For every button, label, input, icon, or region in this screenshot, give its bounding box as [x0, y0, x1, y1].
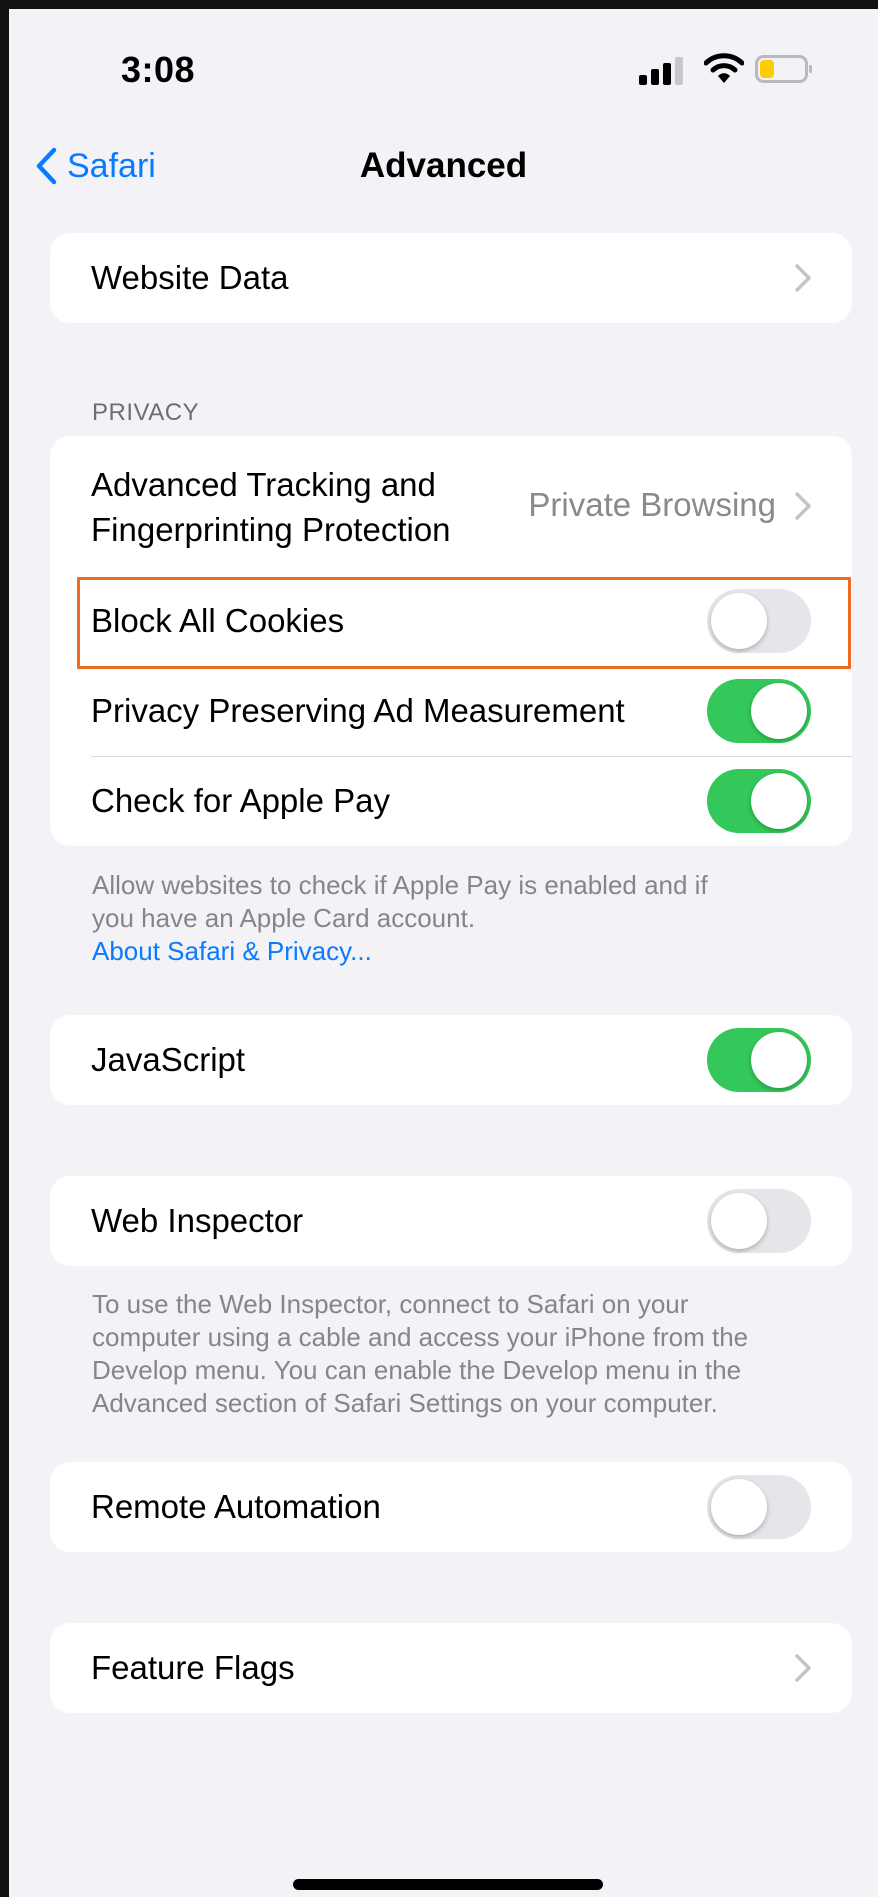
block-all-cookies-label: Block All Cookies [91, 602, 345, 639]
battery-low-icon [755, 55, 813, 83]
home-indicator[interactable] [293, 1879, 603, 1890]
feature-flags-group: Feature Flags [50, 1623, 852, 1713]
website-data-group: Website Data [50, 233, 852, 323]
chevron-right-icon [795, 1654, 811, 1682]
web-inspector-footer-line3: Develop menu. You can enable the Develop… [92, 1355, 742, 1385]
web-inspector-toggle[interactable] [707, 1189, 811, 1253]
phone-screen: 3:08 Safari Advanced Website Data PRIVAC… [0, 0, 878, 1897]
javascript-group: JavaScript [50, 1015, 852, 1105]
javascript-toggle[interactable] [707, 1028, 811, 1092]
tracking-protection-value: Private Browsing [528, 486, 776, 523]
tracking-protection-row[interactable]: Advanced Tracking and Fingerprinting Pro… [50, 436, 852, 576]
status-time: 3:08 [121, 49, 196, 90]
tracking-label-line2: Fingerprinting Protection [91, 511, 451, 548]
web-inspector-group: Web Inspector [50, 1176, 852, 1266]
cellular-signal-icon [639, 55, 689, 85]
tracking-protection-label: Advanced Tracking and Fingerprinting Pro… [91, 462, 451, 552]
remote-automation-label: Remote Automation [91, 1488, 381, 1525]
wifi-icon [703, 51, 745, 85]
ad-measurement-toggle[interactable] [707, 679, 811, 743]
apple-pay-row: Check for Apple Pay [50, 756, 852, 846]
web-inspector-label: Web Inspector [91, 1202, 304, 1239]
privacy-group: Advanced Tracking and Fingerprinting Pro… [50, 436, 852, 846]
web-inspector-row: Web Inspector [50, 1176, 852, 1266]
navigation-bar: Safari Advanced [9, 129, 878, 199]
remote-automation-group: Remote Automation [50, 1462, 852, 1552]
remote-automation-toggle[interactable] [707, 1475, 811, 1539]
privacy-footer-line1: Allow websites to check if Apple Pay is … [92, 870, 708, 900]
chevron-right-icon [795, 264, 811, 292]
apple-pay-toggle[interactable] [707, 769, 811, 833]
block-all-cookies-toggle[interactable] [707, 589, 811, 653]
web-inspector-footer-line4: Advanced section of Safari Settings on y… [92, 1388, 718, 1418]
remote-automation-row: Remote Automation [50, 1462, 852, 1552]
privacy-footer: Allow websites to check if Apple Pay is … [92, 869, 832, 968]
feature-flags-row[interactable]: Feature Flags [50, 1623, 852, 1713]
privacy-section-header: PRIVACY [92, 399, 200, 426]
chevron-right-icon [795, 492, 811, 520]
status-bar: 3:08 [9, 9, 878, 119]
javascript-label: JavaScript [91, 1041, 246, 1078]
apple-pay-label: Check for Apple Pay [91, 782, 390, 819]
ad-measurement-row: Privacy Preserving Ad Measurement [50, 666, 852, 756]
web-inspector-footer-line1: To use the Web Inspector, connect to Saf… [92, 1289, 689, 1319]
tracking-label-line1: Advanced Tracking and [91, 466, 436, 503]
website-data-row[interactable]: Website Data [50, 233, 852, 323]
web-inspector-footer-line2: computer using a cable and access your i… [92, 1322, 749, 1352]
page-title: Advanced [359, 146, 528, 185]
web-inspector-footer: To use the Web Inspector, connect to Saf… [92, 1288, 832, 1420]
privacy-footer-line2: you have an Apple Card account. [92, 903, 476, 933]
block-all-cookies-row: Block All Cookies [50, 576, 852, 666]
website-data-label: Website Data [91, 259, 289, 296]
about-safari-privacy-link[interactable]: About Safari & Privacy... [92, 935, 832, 968]
javascript-row: JavaScript [50, 1015, 852, 1105]
ad-measurement-label: Privacy Preserving Ad Measurement [91, 692, 625, 729]
feature-flags-label: Feature Flags [91, 1649, 295, 1686]
